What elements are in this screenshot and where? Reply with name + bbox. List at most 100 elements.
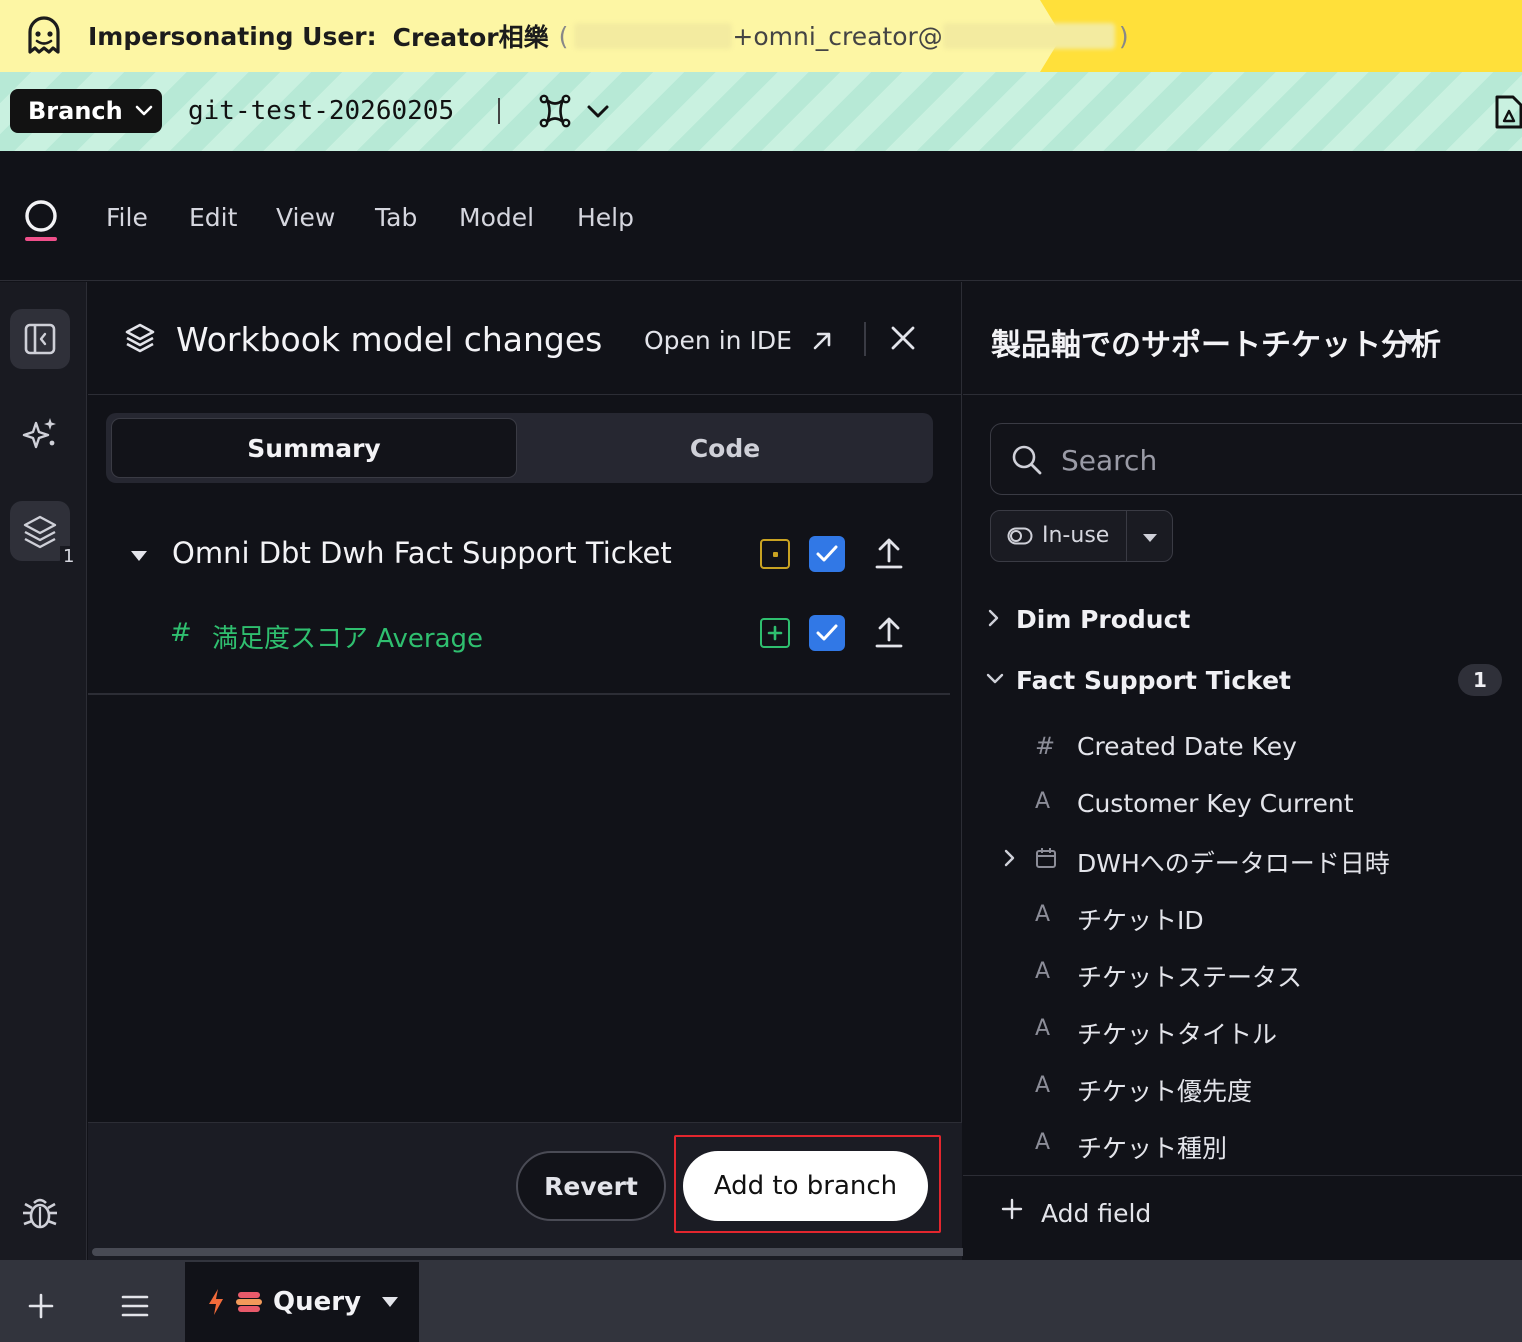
model-changes-panel: Workbook model changes Open in IDE Summa… [88, 282, 962, 1260]
add-tab-icon[interactable] [28, 1293, 54, 1319]
menu-tab[interactable]: Tab [375, 203, 417, 232]
caret-down-icon[interactable] [381, 1296, 399, 1308]
redacted-text [574, 23, 733, 49]
chevron-down-icon[interactable] [985, 672, 1005, 686]
field-item[interactable]: チケットステータス [1077, 958, 1302, 994]
paren-close: ) [1118, 21, 1129, 51]
sparkles-icon [21, 415, 59, 453]
menu-model[interactable]: Model [459, 203, 534, 232]
caret-down-icon[interactable] [1142, 533, 1158, 543]
field-browser-panel: 製品軸でのサポートチケット分析 Search In-use Dim Produc… [963, 282, 1522, 1260]
branch-button-label: Branch [28, 97, 123, 125]
arrow-up-right-icon [810, 329, 834, 353]
in-use-filter-label: In-use [1042, 523, 1110, 548]
view-fact-support-ticket[interactable]: Fact Support Ticket [1016, 666, 1291, 695]
impersonated-user-name: Creator相樂 [392, 23, 549, 52]
open-in-ide-link[interactable]: Open in IDE [644, 326, 834, 355]
tab-query-label: Query [273, 1287, 362, 1317]
field-item[interactable]: チケットID [1077, 901, 1204, 937]
view-dim-product[interactable]: Dim Product [1016, 605, 1190, 634]
caret-down-icon[interactable] [130, 550, 148, 562]
view-mode-toggle: Summary Code [106, 413, 933, 483]
tab-code[interactable]: Code [522, 418, 928, 478]
close-icon[interactable] [890, 325, 916, 351]
impersonation-text: Impersonating User: Creator相樂 ( +omni_cr… [88, 18, 1129, 54]
field-item[interactable]: Created Date Key [1077, 732, 1297, 761]
field-search[interactable]: Search [990, 423, 1522, 495]
tab-summary[interactable]: Summary [111, 418, 517, 478]
divider [498, 98, 500, 124]
field-item[interactable]: Customer Key Current [1077, 789, 1354, 818]
changed-view-name: Omni Dbt Dwh Fact Support Ticket [172, 536, 672, 570]
open-in-ide-label: Open in IDE [644, 326, 792, 355]
toggle-icon [1007, 527, 1033, 545]
topic-title[interactable]: 製品軸でのサポートチケット分析 [991, 320, 1441, 364]
ghost-icon [22, 14, 66, 58]
branch-name: git-test-20260205 [188, 96, 455, 126]
field-item[interactable]: チケットタイトル [1077, 1015, 1277, 1051]
divider [88, 693, 950, 695]
topic-header: 製品軸でのサポートチケット分析 [963, 282, 1522, 395]
impersonation-banner: Impersonating User: Creator相樂 ( +omni_cr… [0, 0, 1522, 72]
layers-icon [22, 513, 58, 549]
tab-query[interactable]: Query [185, 1262, 419, 1342]
string-field-icon: A [1035, 959, 1051, 984]
lightning-icon [207, 1288, 225, 1316]
revert-button[interactable]: Revert [516, 1151, 666, 1221]
git-branch-icon[interactable] [538, 94, 572, 128]
menu-view[interactable]: View [276, 203, 335, 232]
bottom-tab-bar: Query [0, 1260, 1522, 1342]
field-item[interactable]: チケット種別 [1077, 1129, 1227, 1165]
changed-field-name: 満足度スコア Average [212, 624, 484, 654]
menu-icon[interactable] [121, 1294, 149, 1318]
add-field-label: Add field [1041, 1199, 1152, 1228]
chevron-right-icon[interactable] [1003, 848, 1017, 868]
changed-view-row[interactable]: Omni Dbt Dwh Fact Support Ticket [88, 532, 948, 582]
database-icon [235, 1289, 263, 1315]
panel-footer: Revert Add to branch [88, 1122, 962, 1260]
omni-logo-icon[interactable] [22, 199, 60, 245]
changes-count-badge: 1 [60, 546, 78, 567]
paren-open: ( [558, 21, 569, 51]
chevron-down-icon [135, 105, 153, 117]
search-placeholder: Search [1061, 444, 1158, 477]
toggle-sidebar-button[interactable] [10, 309, 70, 369]
changed-field-row[interactable]: # 満足度スコア Average [88, 612, 948, 662]
calendar-icon [1035, 847, 1057, 869]
impersonation-label: Impersonating User: [88, 21, 377, 51]
number-field-icon: # [1035, 732, 1056, 760]
field-item[interactable]: DWHへのデータロード日時 [1077, 844, 1390, 880]
string-field-icon: A [1035, 1016, 1051, 1041]
model-changes-button[interactable]: 1 [10, 501, 78, 567]
string-field-icon: A [1035, 1073, 1051, 1098]
impersonated-email: +omni_creator@ [732, 21, 943, 51]
menu-file[interactable]: File [106, 203, 148, 232]
left-rail: 1 [0, 282, 87, 1260]
branch-button[interactable]: Branch [10, 89, 162, 133]
add-field-button[interactable]: Add field [963, 1175, 1522, 1260]
debug-button[interactable] [10, 1183, 70, 1243]
chevron-right-icon[interactable] [987, 608, 1001, 628]
menu-edit[interactable]: Edit [189, 203, 237, 232]
caret-down-icon[interactable] [1401, 334, 1419, 346]
upload-icon[interactable] [874, 616, 904, 648]
in-use-filter[interactable]: In-use [990, 510, 1173, 562]
upload-icon[interactable] [874, 537, 904, 569]
layers-icon [124, 322, 156, 354]
document-icon[interactable] [1494, 94, 1522, 130]
sidebar-collapse-icon [23, 322, 57, 356]
chevron-down-icon[interactable] [586, 104, 610, 120]
number-field-icon: # [170, 618, 192, 648]
add-to-branch-button[interactable]: Add to branch [683, 1151, 928, 1221]
string-field-icon: A [1035, 1130, 1051, 1155]
field-item[interactable]: チケット優先度 [1077, 1072, 1252, 1108]
divider [1126, 511, 1127, 561]
menu-help[interactable]: Help [577, 203, 634, 232]
search-icon [1011, 444, 1043, 476]
plus-icon [1001, 1198, 1023, 1220]
branch-bar: Branch git-test-20260205 [0, 72, 1522, 151]
include-view-checkbox[interactable] [809, 536, 845, 572]
include-field-checkbox[interactable] [809, 615, 845, 651]
ai-assistant-button[interactable] [10, 404, 70, 464]
string-field-icon: A [1035, 789, 1051, 814]
